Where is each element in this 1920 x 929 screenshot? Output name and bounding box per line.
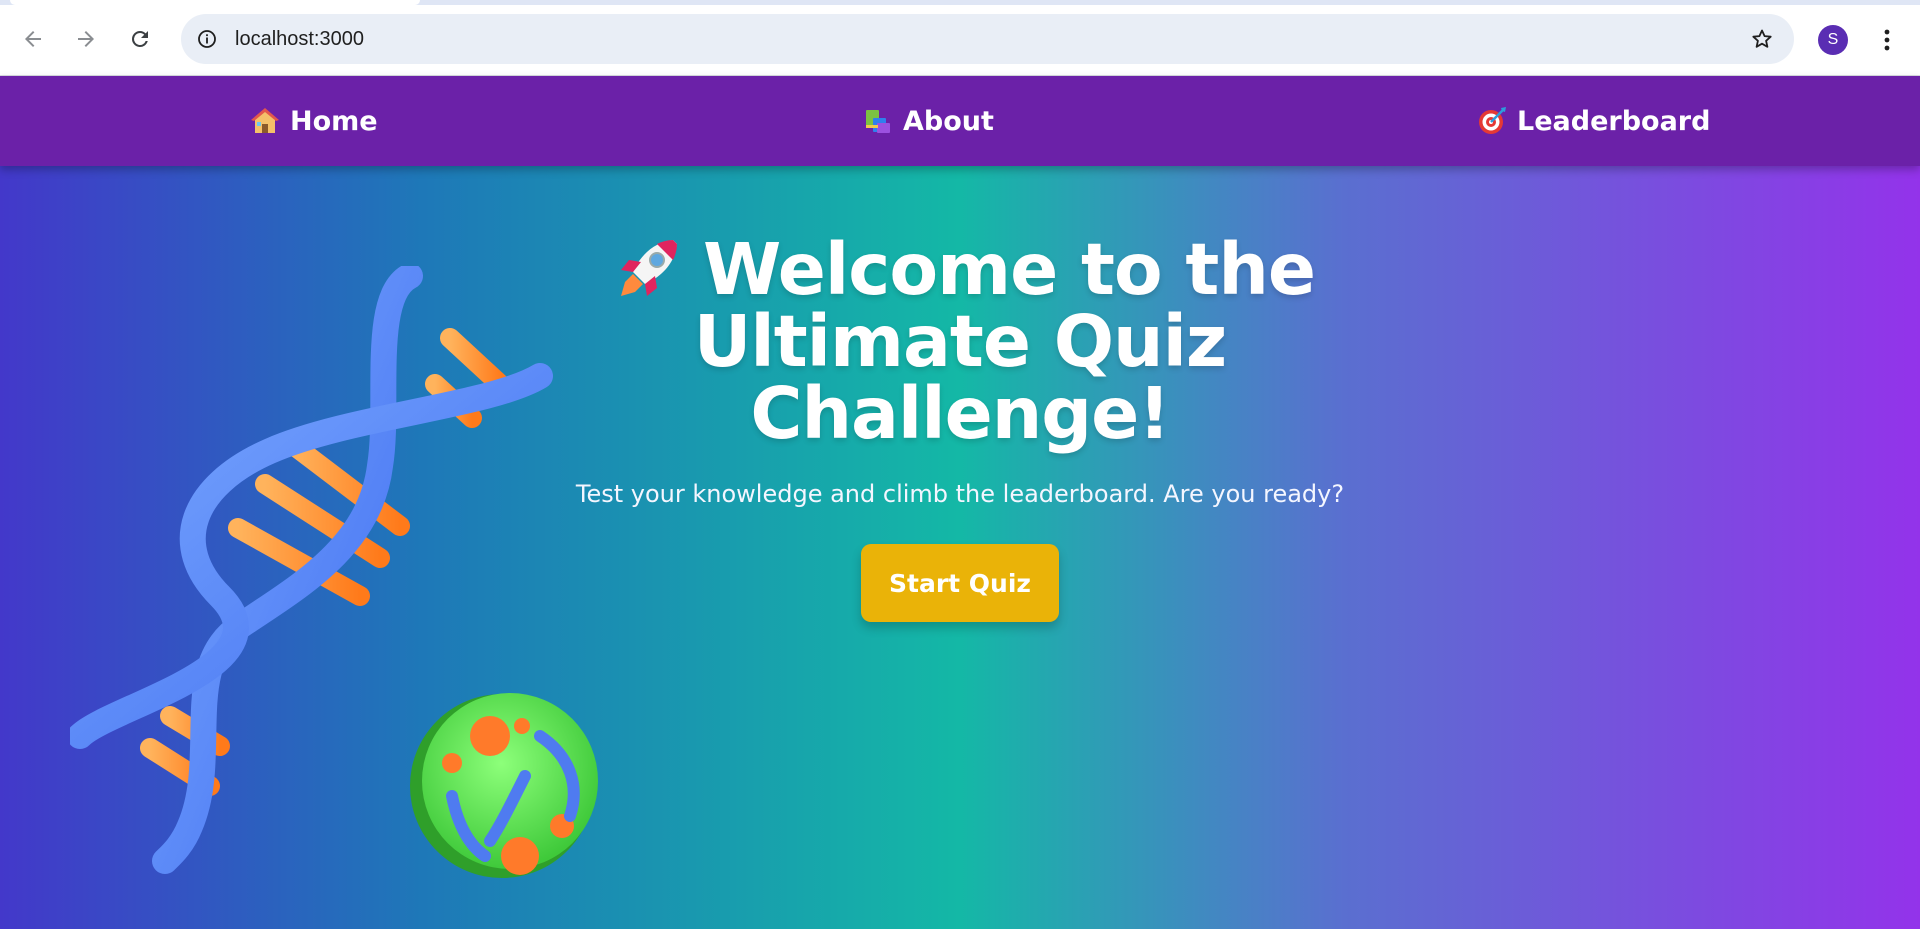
books-icon: [866, 110, 890, 133]
back-button[interactable]: [17, 23, 49, 55]
arrow-left-icon: [25, 31, 41, 47]
bookmark-button[interactable]: [1748, 25, 1776, 53]
hero-section: Welcome to the Ultimate Quiz Challenge! …: [0, 166, 1920, 929]
start-quiz-button[interactable]: Start Quiz: [861, 544, 1059, 622]
arrow-right-icon: [78, 31, 94, 47]
rocket-icon: [620, 240, 677, 296]
hero-content: Welcome to the Ultimate Quiz Challenge! …: [530, 234, 1390, 622]
star-icon: [1752, 29, 1772, 48]
address-bar[interactable]: localhost:3000: [181, 14, 1794, 64]
target-icon: [1479, 107, 1506, 134]
title-line-1: Welcome to the: [702, 228, 1316, 311]
browser-toolbar: localhost:3000 S: [0, 5, 1920, 75]
profile-avatar[interactable]: S: [1818, 25, 1848, 55]
hero-title: Welcome to the Ultimate Quiz Challenge!: [530, 234, 1390, 450]
url-text[interactable]: localhost:3000: [235, 28, 364, 51]
nav-item-leaderboard[interactable]: Leaderboard: [1477, 76, 1710, 166]
hero-subtitle: Test your knowledge and climb the leader…: [575, 480, 1345, 508]
title-line-3: Challenge!: [750, 372, 1170, 455]
site-navbar: Home About Leaderboard: [0, 76, 1920, 166]
house-icon: [251, 108, 279, 133]
forward-button[interactable]: [70, 23, 102, 55]
nav-item-label: Leaderboard: [1517, 105, 1711, 137]
reload-button[interactable]: [124, 23, 156, 55]
site-info-button[interactable]: [191, 23, 223, 55]
info-icon: [198, 30, 216, 48]
kebab-menu-icon: [1884, 29, 1890, 51]
nav-item-label: Home: [290, 105, 378, 137]
nav-item-home[interactable]: Home: [250, 76, 378, 166]
title-line-2: Ultimate Quiz: [693, 300, 1228, 383]
nav-item-about[interactable]: About: [863, 76, 994, 166]
reload-icon: [132, 30, 148, 47]
browser-menu-button[interactable]: [1872, 24, 1902, 56]
nav-item-label: About: [903, 105, 994, 137]
